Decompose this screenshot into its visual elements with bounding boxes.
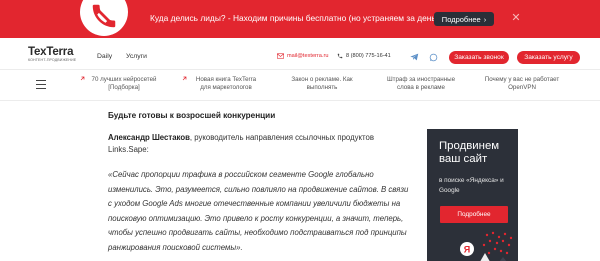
ad-panel: Продвинем ваш сайт в поиске «Яндекса» и …: [427, 129, 518, 261]
section-heading: Будьте готовы к возросшей конкуренции: [108, 111, 276, 120]
order-call-button[interactable]: Заказать звонок: [449, 51, 509, 64]
strip-item-line1: Новая книга TexTerra: [195, 76, 257, 83]
email-text: mail@texterra.ru: [287, 53, 329, 59]
phone-icon: [80, 0, 128, 36]
author-name: Александр Шестаков: [108, 133, 190, 142]
mail-icon: [277, 53, 284, 59]
strip-item-line2: для маркетологов: [200, 84, 252, 91]
yandex-badge-letter: Я: [464, 245, 470, 255]
promo-details-button[interactable]: Подробнее ›: [434, 12, 494, 26]
author-line: Александр Шестаков, руководитель направл…: [108, 132, 408, 155]
strip-item-line1: Штраф за иностранные: [386, 76, 456, 83]
strip-item-line1: Закон о рекламе. Как: [291, 76, 353, 83]
strip-item-line1: Почему у вас не работает: [484, 76, 560, 83]
strip-item-neural-networks[interactable]: 70 лучших нейросетей [Подборка]: [80, 76, 164, 92]
strip-item-line1: 70 лучших нейросетей: [91, 76, 157, 83]
ad-subtitle: в поиске «Яндекса» и Google: [439, 177, 504, 194]
ad-details-button[interactable]: Подробнее: [440, 206, 508, 223]
email-link[interactable]: mail@texterra.ru: [277, 53, 328, 59]
strip-item-openvpn[interactable]: Почему у вас не работает OpenVPN: [476, 76, 568, 92]
close-icon[interactable]: ✕: [511, 11, 521, 25]
promo-details-label: Подробнее: [441, 14, 481, 24]
logo-subtitle: контент-продвижение: [28, 58, 77, 62]
menu-icon[interactable]: [36, 80, 46, 90]
arrow-up-right-icon: [80, 76, 85, 81]
promo-text: Куда делись лиды? - Находим причины бесп…: [150, 13, 447, 23]
logo[interactable]: TexTerra контент-продвижение: [28, 46, 77, 63]
nav-services[interactable]: Услуги: [126, 53, 147, 60]
strip-item-line2: OpenVPN: [508, 84, 536, 91]
news-strip: 70 лучших нейросетей [Подборка] Новая кн…: [0, 71, 600, 101]
ad-title: Продвинем ваш сайт: [439, 140, 500, 165]
strip-item-ad-law[interactable]: Закон о рекламе. Как выполнять: [283, 76, 361, 92]
strip-item-foreign-words-fine[interactable]: Штраф за иностранные слова в рекламе: [380, 76, 462, 92]
nav-daily[interactable]: Daily: [97, 53, 112, 60]
strip-item-line2: слова в рекламе: [396, 84, 445, 91]
site-header: TexTerra контент-продвижение Daily Услуг…: [0, 38, 600, 70]
phone-small-icon: [337, 53, 343, 59]
whatsapp-icon[interactable]: [428, 52, 438, 62]
promo-banner: Куда делись лиды? - Находим причины бесп…: [0, 0, 600, 38]
arrow-up-right-icon: [182, 76, 187, 81]
telegram-icon[interactable]: [409, 52, 419, 62]
dots-pattern: [482, 231, 513, 255]
logo-name: TexTerra: [28, 46, 74, 58]
strip-item-new-book[interactable]: Новая книга TexTerra для маркетологов: [182, 76, 266, 92]
strip-item-line2: [Подборка]: [108, 84, 140, 91]
phone-text: 8 (800) 775-16-41: [346, 53, 391, 59]
arrow-right-icon: ›: [483, 14, 487, 24]
quote-text: «Сейчас пропорции трафика в российском с…: [108, 170, 409, 252]
strip-item-line2: выполнять: [306, 84, 338, 91]
phone-link[interactable]: 8 (800) 775-16-41: [337, 53, 391, 59]
ad-illustration: Я: [460, 231, 513, 261]
order-service-button[interactable]: Заказать услугу: [517, 51, 580, 64]
